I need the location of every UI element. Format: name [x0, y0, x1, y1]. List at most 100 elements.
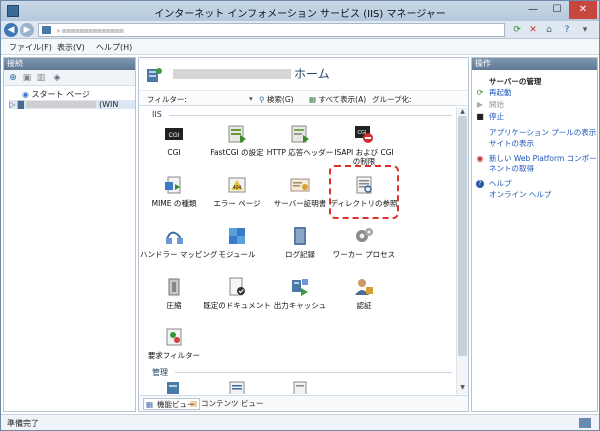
- scroll-up-icon[interactable]: ▲: [458, 108, 467, 116]
- search-icon: ⚲: [259, 95, 265, 104]
- features-view-icon: ▦: [146, 400, 154, 409]
- action-get-web-platform[interactable]: 新しい Web Platform コンポー: [489, 154, 597, 163]
- authentication-icon: [353, 276, 375, 298]
- action-get-web-platform-cont[interactable]: ネントの取得: [489, 164, 534, 173]
- scroll-thumb[interactable]: [458, 116, 467, 356]
- group-management: 管理: [152, 368, 168, 377]
- feature-output-caching[interactable]: 出力キャッシュ: [266, 276, 334, 320]
- action-online-help[interactable]: オンライン ヘルプ: [489, 190, 551, 199]
- menu-file[interactable]: ファイル(F): [9, 42, 52, 53]
- tree-server-node[interactable]: ▷ ▇ (WIN: [9, 100, 135, 109]
- maximize-button[interactable]: ☐: [545, 1, 569, 19]
- actions-pane: 操作 サーバーの管理 ⟳ 再起動 ▶ 開始 ■ 停止 アプリケーション プールの…: [471, 57, 598, 412]
- error-pages-icon: 404: [226, 174, 248, 196]
- feature-authentication[interactable]: 認証: [330, 276, 398, 320]
- features-pane: ホーム フィルター: ▾ ⚲ 検索(G) ▦ すべて表示(A) グループ化: I…: [138, 57, 469, 412]
- scroll-down-icon[interactable]: ▼: [458, 384, 467, 392]
- feature-compression[interactable]: 圧縮: [140, 276, 208, 320]
- feature-server-certificates[interactable]: サーバー証明書: [266, 174, 334, 218]
- feature-fastcgi[interactable]: FastCGI の設定: [203, 123, 271, 167]
- feature-cgi[interactable]: CGI CGI: [140, 123, 208, 167]
- iis-manager-window: インターネット インフォメーション サービス (IIS) マネージャー — ☐ …: [0, 0, 600, 431]
- mime-icon: [163, 174, 185, 196]
- close-button[interactable]: ✕: [569, 1, 597, 19]
- action-view-app-pools[interactable]: アプリケーション プールの表示: [489, 128, 596, 137]
- http-headers-icon: [289, 123, 311, 145]
- filter-dropdown-icon[interactable]: ▾: [249, 94, 253, 103]
- menu-view[interactable]: 表示(V): [57, 42, 85, 53]
- feature-http-response-headers[interactable]: HTTP 応答ヘッダー: [266, 123, 334, 167]
- address-text: ▸ ▪▪▪▪▪▪▪▪▪▪▪▪▪▪: [57, 26, 124, 35]
- menu-bar: ファイル(F) 表示(V) ヘルプ(H): [1, 39, 599, 55]
- status-bar: 準備完了: [1, 414, 599, 430]
- page-title: ホーム: [294, 67, 330, 81]
- menu-help[interactable]: ヘルプ(H): [96, 42, 132, 53]
- request-filtering-icon: [163, 326, 185, 348]
- stop-icon[interactable]: ✕: [527, 24, 539, 36]
- restart-icon: ⟳: [476, 88, 484, 97]
- feature-modules[interactable]: モジュール: [203, 225, 271, 269]
- help-icon[interactable]: ?: [561, 24, 573, 36]
- connections-header: 接続: [4, 58, 135, 70]
- feature-mime-types[interactable]: MIME の種類: [140, 174, 208, 218]
- action-view-sites[interactable]: サイトの表示: [489, 139, 534, 148]
- actions-header: 操作: [472, 58, 597, 70]
- compression-icon: [163, 276, 185, 298]
- feature-request-filtering[interactable]: 要求フィルター: [140, 326, 208, 370]
- features-scrollbar[interactable]: ▲ ▼: [456, 107, 468, 394]
- connections-pane: 接続 ⊕ ▣ ▥ ◈ ◉ スタート ページ ▷ ▇ (WIN: [3, 57, 136, 412]
- back-arrow-icon[interactable]: ◀: [4, 23, 18, 37]
- action-stop[interactable]: 停止: [489, 112, 504, 121]
- save-icon[interactable]: ▣: [21, 72, 33, 84]
- feature-error-pages[interactable]: 404 エラー ページ: [203, 174, 271, 218]
- refresh-icon[interactable]: ⟳: [511, 24, 523, 36]
- tree-label: (WIN: [98, 100, 119, 109]
- content-view-icon: ▤: [190, 399, 198, 408]
- help-dropdown-icon[interactable]: ▾: [579, 24, 591, 36]
- window-title: インターネット インフォメーション サービス (IIS) マネージャー: [154, 9, 446, 20]
- expand-icon[interactable]: ▷: [9, 100, 15, 109]
- minimize-button[interactable]: —: [521, 1, 545, 19]
- action-restart[interactable]: 再起動: [489, 88, 512, 97]
- server-home-icon: [147, 68, 162, 82]
- tab-content-view[interactable]: ▤ コンテンツ ビュー: [188, 398, 263, 410]
- tree-start-page[interactable]: ◉ スタート ページ: [22, 89, 90, 100]
- server-name-redacted: [173, 69, 291, 79]
- connect-icon[interactable]: ⊕: [7, 72, 19, 84]
- logging-icon: [289, 225, 311, 247]
- up-icon[interactable]: ▥: [35, 72, 47, 84]
- home-header: ホーム: [139, 58, 468, 91]
- feature-worker-processes[interactable]: ワーカー プロセス: [330, 225, 398, 269]
- feature-isapi-cgi-restrictions[interactable]: CGI ISAPI および CGI の制限: [330, 123, 398, 167]
- title-bar: インターネット インフォメーション サービス (IIS) マネージャー — ☐ …: [1, 1, 599, 21]
- group-by-label[interactable]: グループ化:: [372, 94, 412, 105]
- search-button[interactable]: ⚲ 検索(G): [259, 94, 294, 105]
- handler-mappings-icon: [163, 225, 185, 247]
- feature-handler-mappings[interactable]: ハンドラー マッピング: [140, 225, 217, 269]
- server-name-redacted: [26, 101, 97, 108]
- computer-icon: [42, 26, 51, 34]
- action-start: 開始: [489, 100, 504, 109]
- features-area: IIS CGI CGI FastCGI の設定 HTTP 応答ヘッダー CGI …: [139, 107, 456, 394]
- forward-arrow-icon[interactable]: ▶: [20, 23, 34, 37]
- shared-configuration-icon[interactable]: [289, 379, 311, 394]
- action-help[interactable]: ヘルプ: [489, 179, 512, 188]
- stop-icon: ■: [476, 112, 484, 121]
- feature-logging[interactable]: ログ記録: [266, 225, 334, 269]
- filter-bar: フィルター: ▾ ⚲ 検索(G) ▦ すべて表示(A) グループ化:: [139, 92, 468, 106]
- start-page-icon: ◉: [22, 90, 29, 99]
- show-all-button[interactable]: ▦ すべて表示(A): [309, 94, 366, 105]
- feature-directory-browsing[interactable]: ディレクトリの参照: [330, 174, 398, 218]
- network-status-icon: [579, 418, 591, 428]
- address-field[interactable]: ▸ ▪▪▪▪▪▪▪▪▪▪▪▪▪▪: [38, 23, 505, 37]
- feature-default-document[interactable]: 既定のドキュメント: [203, 276, 271, 320]
- view-tabs: ▦ 機能ビュー ▤ コンテンツ ビュー: [139, 395, 468, 411]
- cgi-icon: CGI: [163, 123, 185, 145]
- configuration-editor-icon[interactable]: [163, 379, 185, 394]
- home-icon[interactable]: ⌂: [543, 24, 555, 36]
- connections-toolbar: ⊕ ▣ ▥ ◈: [4, 70, 135, 86]
- server-icon: ▇: [17, 100, 24, 109]
- connect-server-icon[interactable]: ◈: [51, 72, 63, 84]
- feature-delegation-icon[interactable]: [226, 379, 248, 394]
- group-divider: [169, 115, 452, 116]
